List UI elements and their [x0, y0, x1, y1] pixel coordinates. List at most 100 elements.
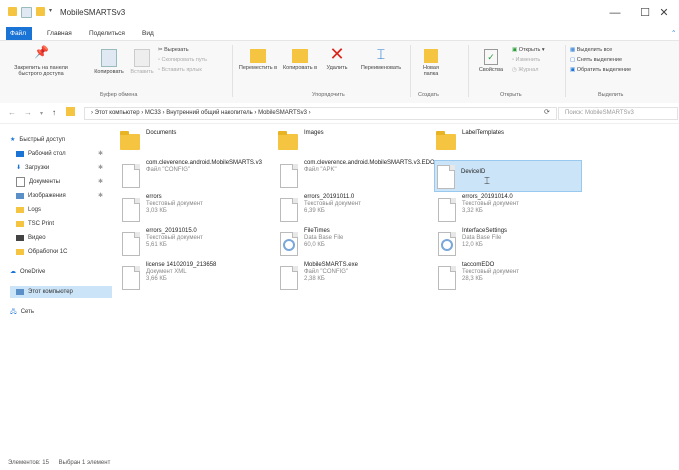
file-item[interactable]: FileTimes Data Base File 60,0 КБ [278, 228, 438, 266]
invert-selection-icon: ▣ [570, 67, 577, 73]
minimize-button[interactable]: — [600, 4, 630, 22]
video-icon [16, 235, 24, 241]
sidebar-item-onedrive[interactable]: ☁ OneDrive [10, 266, 100, 278]
ribbon-tabs: Файл Главная Поделиться Вид ⌃ [0, 27, 679, 41]
separator [410, 45, 411, 97]
sidebar-item-this-pc[interactable]: Этот компьютер [10, 286, 112, 298]
invert-selection-button[interactable]: ▣ Обратить выделение [570, 67, 631, 73]
quick-access-toolbar: ▾ [8, 7, 58, 18]
sidebar-item-desktop[interactable]: Рабочий стол ✱ [16, 148, 106, 160]
cut-button[interactable]: ✂ Вырезать [158, 47, 189, 53]
folder-icon [16, 249, 24, 255]
copy-to-button[interactable]: Копировать в [280, 49, 320, 71]
pin-icon: ✱ [98, 193, 104, 199]
sidebar-item-quick-access[interactable]: ★ Быстрый доступ [10, 134, 100, 146]
selected-count: Выбран 1 элемент [58, 460, 111, 466]
close-button[interactable]: ✕ [649, 4, 679, 22]
folder-item[interactable]: Documents [120, 126, 280, 164]
chevron-down-icon[interactable]: ▾ [49, 7, 58, 16]
create-group-label: Создать [418, 92, 439, 98]
back-button[interactable]: ← [8, 108, 16, 117]
tab-file[interactable]: Файл [6, 27, 32, 40]
tab-home[interactable]: Главная [40, 27, 79, 40]
sidebar-item-tsc-print[interactable]: TSC Print [16, 218, 106, 230]
sidebar-item-videos[interactable]: Видео [16, 232, 106, 244]
sidebar-item-pictures[interactable]: Изображения ✱ [16, 190, 106, 202]
tab-view[interactable]: Вид [135, 27, 161, 40]
text-file-icon [278, 196, 298, 222]
address-bar-row: ← → ▾ ↑ › Этот компьютер › MC33 › Внутре… [0, 103, 679, 124]
folder-icon [120, 128, 140, 154]
copy-icon [101, 49, 117, 67]
address-path[interactable]: › Этот компьютер › MC33 › Внутренний общ… [84, 107, 557, 120]
file-item[interactable]: com.cleverence.android.MobileSMARTS.v3 Фа… [120, 160, 280, 198]
separator [232, 45, 233, 97]
forward-button[interactable]: → [24, 108, 32, 117]
folder-icon [436, 128, 456, 154]
config-file-icon [278, 264, 298, 290]
paste-button[interactable]: Вставить [128, 49, 156, 75]
open-button[interactable]: ▣ Открыть ▾ [512, 47, 545, 53]
pin-quick-access-button[interactable]: 📌 Закрепить на панели быстрого доступа [6, 45, 76, 77]
file-icon [435, 163, 455, 189]
up-button[interactable]: ↑ [52, 108, 56, 117]
file-icon [120, 162, 140, 188]
status-bar: Элементов: 15 Выбран 1 элемент [0, 456, 679, 470]
computer-icon [16, 289, 24, 295]
folder-item[interactable]: LabelTemplates [436, 126, 596, 164]
search-input[interactable]: Поиск: MobileSMARTSv3 [558, 107, 678, 120]
recent-locations-icon[interactable]: ▾ [40, 110, 43, 117]
text-file-icon [436, 264, 456, 290]
delete-x-icon: ✕ [329, 44, 345, 64]
folder-icon [66, 107, 75, 116]
sidebar-item-logs[interactable]: Logs [16, 204, 106, 216]
save-icon[interactable] [21, 7, 32, 18]
file-item[interactable]: license 14102019_213658 Документ XML 3,66 … [120, 262, 280, 300]
tab-share[interactable]: Поделиться [82, 27, 132, 40]
mouse-cursor-icon: ⌶ [484, 176, 490, 187]
rename-icon: ⌶ [376, 46, 386, 62]
file-item[interactable]: errors_20191014.0 Текстовый документ 3,32 … [436, 194, 596, 232]
sidebar-item-network[interactable]: 🖧 Сеть [10, 306, 100, 318]
edit-button[interactable]: ▫ Изменить [512, 57, 540, 63]
pin-icon: 📌 [34, 45, 49, 59]
delete-button[interactable]: ✕ Удалить [322, 45, 352, 71]
file-item[interactable]: taccomEDO Текстовый документ 28,3 КБ [436, 262, 596, 300]
file-item[interactable]: MobileSMARTS.exe Файл "CONFIG" 2,38 КБ [278, 262, 438, 300]
paste-shortcut-button[interactable]: ▫ Вставить ярлык [158, 67, 202, 73]
separator [565, 45, 566, 97]
file-item[interactable]: errors_20191011.0 Текстовый документ 6,39 … [278, 194, 438, 232]
file-item[interactable]: InterfaceSettings Data Base File 12,0 КБ [436, 228, 596, 266]
expand-ribbon-icon[interactable]: ⌃ [664, 27, 679, 40]
cloud-icon: ☁ [10, 269, 16, 275]
organize-group-label: Упорядочить [312, 92, 345, 98]
new-folder-icon[interactable] [36, 7, 45, 16]
sidebar-item-documents[interactable]: Документы ✱ [16, 176, 106, 188]
file-item[interactable]: errors_20191015.0 Текстовый документ 5,61 … [120, 228, 280, 266]
file-item-selected[interactable]: DeviceID [434, 160, 582, 192]
sidebar-item-downloads[interactable]: ⬇ Загрузки ✱ [16, 162, 106, 174]
properties-button[interactable]: ✓ Свойства [474, 49, 508, 73]
title-bar: ▾ MobileSMARTSv3 — ☐ ✕ [0, 0, 679, 27]
move-to-button[interactable]: Переместить в [238, 49, 278, 71]
file-item[interactable]: errors Текстовый документ 3,03 КБ [120, 194, 280, 232]
separator [468, 45, 469, 97]
file-item[interactable]: com.cleverence.android.MobileSMARTS.v3.E… [278, 160, 438, 198]
select-none-button[interactable]: ▢ Снять выделение [570, 57, 622, 63]
open-group-label: Открыть [500, 92, 522, 98]
new-folder-button[interactable]: Новая папка [416, 49, 446, 77]
rename-button[interactable]: ⌶ Переименовать [356, 45, 406, 71]
history-button[interactable]: ◷ Журнал [512, 67, 538, 73]
copy-button[interactable]: Копировать [90, 49, 128, 75]
pin-icon: ✱ [98, 151, 104, 157]
database-file-icon [278, 230, 298, 256]
folder-item[interactable]: Images [278, 126, 438, 164]
network-icon: 🖧 [10, 309, 17, 315]
refresh-button[interactable]: ⟳ [544, 108, 550, 116]
ribbon: 📌 Закрепить на панели быстрого доступа К… [0, 41, 679, 104]
copy-path-button[interactable]: ▫ Скопировать путь [158, 57, 207, 63]
select-all-button[interactable]: ▦ Выделить все [570, 47, 612, 53]
file-icon [278, 162, 298, 188]
sidebar-item-processing[interactable]: Обработки 1С [16, 246, 106, 258]
new-folder-icon [424, 49, 438, 63]
